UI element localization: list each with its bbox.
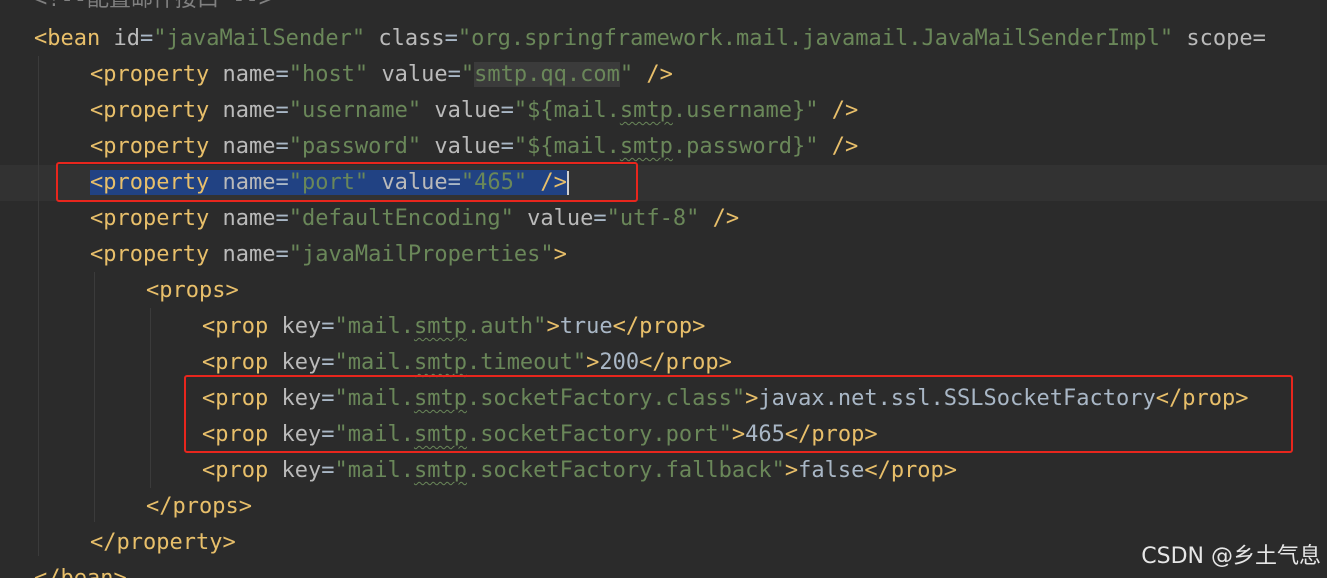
xml-attribute: value: [527, 206, 594, 231]
xml-tag: <property: [90, 206, 210, 231]
xml-tag-close: />: [831, 134, 859, 159]
xml-tag: <prop: [202, 314, 269, 339]
code-line[interactable]: <property name="host" value="smtp.qq.com…: [90, 57, 1327, 93]
xml-attribute: key: [281, 458, 322, 483]
xml-value: "org.springframework.mail.javamail.JavaM…: [457, 26, 1174, 51]
xml-value: "${mail.: [513, 134, 620, 159]
xml-attribute: name: [222, 242, 276, 267]
xml-attribute: value: [434, 134, 501, 159]
xml-tag: <property: [90, 62, 210, 87]
xml-value: .password}": [672, 134, 819, 159]
xml-end-tag: </bean>: [34, 566, 127, 578]
xml-value: .timeout": [466, 350, 587, 375]
indent-guide: [150, 308, 151, 488]
xml-attribute: scope=: [1186, 26, 1266, 51]
xml-attribute: value: [381, 62, 448, 87]
xml-tag-close: >: [586, 350, 600, 375]
xml-value: "mail.: [334, 350, 414, 375]
xml-end-tag: </property>: [90, 530, 236, 555]
code-line[interactable]: <property name="defaultEncoding" value="…: [90, 201, 1327, 237]
xml-attribute: key: [281, 314, 322, 339]
xml-tag: <property: [90, 134, 210, 159]
xml-value: "${mail.: [513, 98, 620, 123]
xml-end-tag: </props>: [146, 494, 252, 519]
code-line[interactable]: <prop key="mail.smtp.auth">true</prop>: [202, 309, 1327, 345]
xml-tag: <prop: [202, 350, 269, 375]
xml-tag-close: />: [831, 98, 859, 123]
code-line[interactable]: <bean id="javaMailSender" class="org.spr…: [34, 21, 1327, 57]
xml-value: "javaMailProperties": [288, 242, 554, 267]
xml-value: "defaultEncoding": [288, 206, 514, 231]
xml-value: "mail.: [334, 314, 414, 339]
xml-text: 200: [599, 350, 640, 375]
indent-guide: [38, 56, 39, 556]
xml-attribute: id: [113, 26, 140, 51]
spellcheck-word: smtp: [413, 314, 467, 339]
xml-tag-close: >: [784, 458, 799, 483]
xml-attribute: class: [378, 26, 445, 51]
xml-value: "host": [288, 62, 369, 87]
xml-attribute: name: [222, 206, 276, 231]
code-line[interactable]: <prop key="mail.smtp.socketFactory.fallb…: [202, 453, 1327, 489]
xml-end-tag: </prop>: [639, 350, 732, 375]
watermark: CSDN @乡土气息: [1141, 544, 1321, 569]
xml-tag-close: >: [546, 314, 560, 339]
xml-tag: <prop: [202, 458, 269, 483]
xml-value: .socketFactory.fallback": [466, 458, 785, 483]
xml-value-quote: ": [619, 62, 634, 87]
spellcheck-word: smtp: [619, 134, 673, 159]
xml-value: "password": [288, 134, 422, 159]
spellcheck-word: smtp: [413, 350, 467, 375]
code-line[interactable]: </bean>: [34, 561, 1327, 578]
code-line[interactable]: <!--配置邮件接口 -->: [34, 0, 1327, 18]
code-line[interactable]: <property name="javaMailProperties">: [90, 237, 1327, 273]
code-line[interactable]: <property name="username" value="${mail.…: [90, 93, 1327, 129]
annotation-box-socket-factory: [184, 375, 1293, 453]
xml-tag: <bean: [34, 26, 101, 51]
xml-value: .auth": [466, 314, 547, 339]
xml-tag: <property: [90, 98, 210, 123]
xml-end-tag: </prop>: [612, 314, 706, 339]
code-line[interactable]: <property name="password" value="${mail.…: [90, 129, 1327, 165]
xml-attribute: name: [222, 134, 276, 159]
xml-tag-close: />: [712, 206, 740, 231]
xml-value: .username}": [672, 98, 819, 123]
xml-value: "utf-8": [606, 206, 700, 231]
xml-value-highlighted: smtp.qq.com: [474, 62, 620, 87]
spellcheck-word: smtp: [619, 98, 673, 123]
indent-guide: [94, 272, 95, 522]
xml-text: true: [559, 314, 613, 339]
xml-text: false: [798, 458, 865, 483]
xml-tag-close: >: [553, 242, 567, 267]
xml-value: "javaMailSender": [153, 26, 366, 51]
spellcheck-word: smtp: [413, 458, 467, 483]
code-line[interactable]: <props>: [146, 273, 1327, 309]
annotation-box-port: [56, 162, 638, 202]
code-line[interactable]: </props>: [146, 489, 1327, 525]
xml-value-quote: ": [460, 62, 475, 87]
xml-end-tag: </prop>: [864, 458, 958, 483]
xml-attribute: name: [222, 98, 276, 123]
xml-attribute: key: [281, 350, 322, 375]
xml-tag: <property: [90, 242, 210, 267]
xml-tag: <props>: [146, 278, 239, 303]
xml-tag-close: />: [646, 62, 673, 87]
xml-comment: <!--配置邮件接口 -->: [34, 0, 272, 12]
xml-value: "username": [288, 98, 422, 123]
xml-attribute: value: [434, 98, 501, 123]
code-editor[interactable]: <!--配置邮件接口 --> <bean id="javaMailSender"…: [0, 0, 1327, 578]
xml-attribute: name: [222, 62, 276, 87]
xml-value: "mail.: [334, 458, 414, 483]
